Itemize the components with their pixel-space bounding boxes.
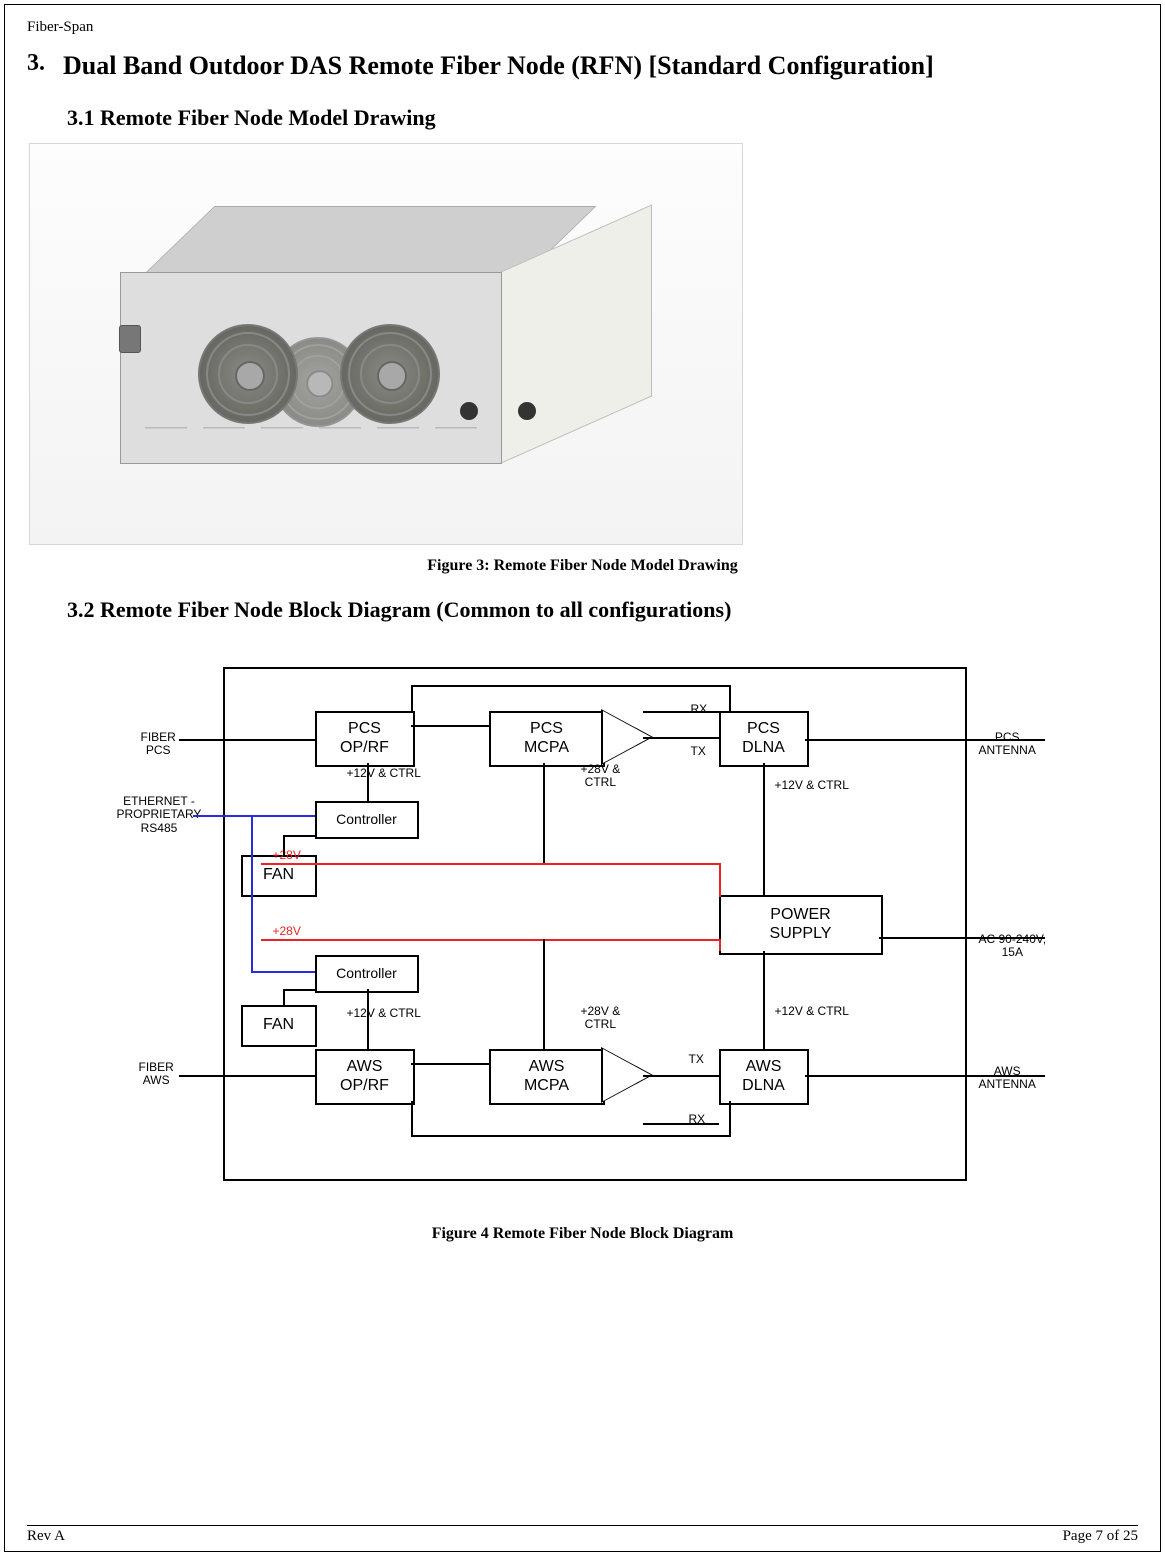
- footer-rev: Rev A: [27, 1528, 65, 1545]
- figure-4-caption: Figure 4 Remote Fiber Node Block Diagram: [27, 1225, 1138, 1243]
- label-aws-antenna: AWS ANTENNA: [979, 1065, 1036, 1093]
- label-fiber-pcs: FIBER PCS: [141, 731, 176, 759]
- block-pcs-oprf: PCS OP/RF: [315, 711, 415, 767]
- label-tx-pcs: TX: [691, 745, 706, 759]
- block-controller-2: Controller: [315, 955, 419, 993]
- section-number: 3.: [27, 50, 63, 77]
- label-12v-pcs-dlna: +12V & CTRL: [775, 779, 849, 793]
- label-28v-2: +28V: [273, 925, 301, 939]
- block-controller-1: Controller: [315, 801, 419, 839]
- label-pcs-antenna: PCS ANTENNA: [979, 731, 1036, 759]
- label-12v-pcs-oprf: +12V & CTRL: [347, 767, 421, 781]
- label-fiber-aws: FIBER AWS: [139, 1061, 174, 1089]
- label-12v-aws-dlna: +12V & CTRL: [775, 1005, 849, 1019]
- subsection-3-1: 3.1 Remote Fiber Node Model Drawing: [67, 105, 1138, 131]
- block-pcs-dlna: PCS DLNA: [719, 711, 809, 767]
- label-tx-aws: TX: [689, 1053, 704, 1067]
- company-header: Fiber-Span: [27, 19, 1138, 36]
- label-28v-aws-mcpa: +28V & CTRL: [581, 1005, 621, 1033]
- block-power-supply: POWER SUPPLY: [719, 895, 883, 955]
- label-12v-aws-oprf: +12V & CTRL: [347, 1007, 421, 1021]
- label-28v-1: +28V: [273, 849, 301, 863]
- label-ethernet: ETHERNET - PROPRIETARY RS485: [117, 795, 202, 836]
- subsection-3-2: 3.2 Remote Fiber Node Block Diagram (Com…: [67, 597, 1138, 623]
- page-footer: Rev A Page 7 of 25: [27, 1525, 1138, 1545]
- footer-page: Page 7 of 25: [1063, 1528, 1138, 1545]
- label-rx-pcs: RX: [691, 703, 708, 717]
- block-pcs-mcpa: PCS MCPA: [489, 711, 605, 767]
- section-title: Dual Band Outdoor DAS Remote Fiber Node …: [63, 50, 934, 83]
- label-28v-pcs-mcpa: +28V & CTRL: [581, 763, 621, 791]
- block-aws-dlna: AWS DLNA: [719, 1049, 809, 1105]
- block-fan-2: FAN: [241, 1005, 317, 1047]
- figure-3-model-drawing: [29, 143, 743, 545]
- figure-3-caption: Figure 3: Remote Fiber Node Model Drawin…: [27, 557, 1138, 575]
- block-aws-mcpa: AWS MCPA: [489, 1049, 605, 1105]
- block-diagram: FIBER PCS ETHERNET - PROPRIETARY RS485 F…: [83, 645, 1083, 1205]
- block-aws-oprf: AWS OP/RF: [315, 1049, 415, 1105]
- section-heading: 3. Dual Band Outdoor DAS Remote Fiber No…: [27, 50, 1138, 83]
